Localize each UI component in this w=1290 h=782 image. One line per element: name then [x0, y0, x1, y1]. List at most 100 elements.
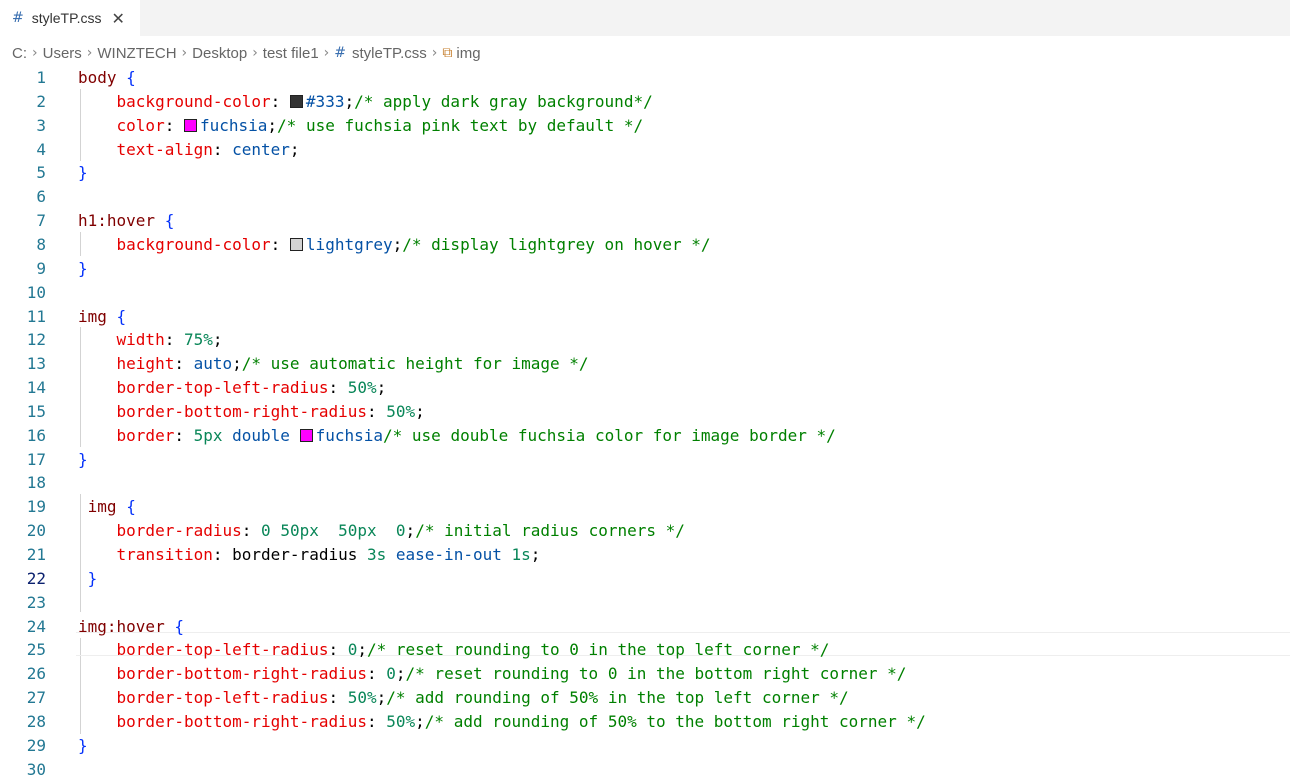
chevron-right-icon: › — [323, 45, 330, 61]
code-line[interactable]: 13 height: auto;/* use automatic height … — [0, 352, 1290, 376]
code-editor[interactable]: 1 body {2 background-color: #333;/* apply… — [0, 66, 1290, 779]
code-line[interactable]: 20 border-radius: 0 50px 50px 0;/* initi… — [0, 519, 1290, 543]
code-token: ; — [232, 354, 242, 374]
code-token: : — [174, 354, 194, 374]
breadcrumb-item-desktop[interactable]: Desktop — [192, 45, 247, 62]
tab-styletp-css[interactable]: # styleTP.css ✕ — [0, 0, 140, 36]
code-line[interactable]: 1 body { — [0, 66, 1290, 90]
code-token: } — [78, 449, 88, 469]
line-number: 7 — [36, 211, 46, 231]
close-icon[interactable]: ✕ — [112, 9, 125, 28]
code-token: 5px — [193, 425, 223, 445]
code-line[interactable]: 24 img:hover { — [0, 615, 1290, 639]
line-number: 20 — [26, 521, 46, 541]
code-token: 50px — [338, 521, 377, 541]
code-token: border-top-left-radius — [116, 640, 329, 660]
color-swatch-icon[interactable] — [183, 118, 197, 132]
code-line[interactable]: 25 border-top-left-radius: 0;/* reset ro… — [0, 638, 1290, 662]
line-number: 4 — [36, 139, 46, 159]
code-line[interactable]: 15 border-bottom-right-radius: 50%; — [0, 400, 1290, 424]
chevron-right-icon: › — [32, 45, 38, 61]
code-token: /* use double fuchsia color for image bo… — [383, 425, 836, 445]
line-code: } — [78, 161, 88, 185]
code-token: border-radius — [116, 521, 242, 541]
line-code: transition: border-radius 3s ease-in-out… — [78, 543, 541, 567]
code-token: 75% — [183, 330, 213, 350]
code-line[interactable]: 16 border: 5px double fuchsia/* use doub… — [0, 424, 1290, 448]
code-line[interactable]: 30 — [0, 758, 1290, 782]
code-line[interactable]: 11 img { — [0, 305, 1290, 329]
symbol-class-icon: ⧉ — [442, 45, 453, 61]
code-token: border-bottom-right-radius — [116, 401, 367, 421]
code-token: { — [126, 497, 136, 517]
tab-label: styleTP.css — [31, 10, 102, 26]
breadcrumb-item-test-file1[interactable]: test file1 — [263, 45, 319, 62]
code-token: width — [116, 330, 165, 350]
code-line[interactable]: 22 } — [0, 567, 1290, 591]
line-number: 29 — [26, 735, 46, 755]
code-token: } — [78, 735, 88, 755]
line-code: h1:hover { — [78, 209, 174, 233]
code-line[interactable]: 9} — [0, 257, 1290, 281]
code-token: fuchsia — [315, 425, 384, 445]
code-line[interactable]: 8 background-color: lightgrey;/* display… — [0, 233, 1290, 257]
code-line[interactable]: 10 — [0, 281, 1290, 305]
code-token: 50px — [280, 521, 319, 541]
breadcrumb-item-file[interactable]: styleTP.css — [352, 45, 427, 62]
code-token: ; — [415, 711, 425, 731]
line-number: 19 — [26, 497, 46, 517]
line-code: } — [78, 734, 88, 758]
code-line[interactable]: 2 background-color: #333;/* apply dark g… — [0, 90, 1290, 114]
code-line[interactable]: 3 color: fuchsia;/* use fuchsia pink tex… — [0, 114, 1290, 138]
code-line[interactable]: 29} — [0, 734, 1290, 758]
code-line[interactable]: 19 img { — [0, 495, 1290, 519]
line-code: border: 5px double fuchsia/* use double … — [78, 424, 836, 448]
line-number: 21 — [26, 545, 46, 564]
code-line[interactable]: 7 h1:hover { — [0, 209, 1290, 233]
code-line[interactable]: 18 — [0, 471, 1290, 495]
code-token: : — [366, 664, 387, 684]
line-code: width: 75%; — [78, 328, 223, 352]
line-number: 14 — [26, 378, 46, 398]
code-line[interactable]: 26 border-bottom-right-radius: 0;/* rese… — [0, 662, 1290, 686]
line-number: 12 — [26, 330, 46, 350]
line-code: } — [78, 567, 98, 591]
breadcrumb-item-users[interactable]: Users — [43, 45, 82, 62]
code-token: : — [328, 688, 348, 708]
breadcrumb-item-drive[interactable]: C: — [12, 45, 27, 62]
line-code: } — [78, 448, 88, 472]
code-line[interactable]: 5} — [0, 161, 1290, 185]
code-line[interactable]: 12 width: 75%; — [0, 328, 1290, 352]
code-line[interactable]: 4 text-align: center; — [0, 138, 1290, 162]
code-token: ; — [212, 330, 223, 350]
code-token: : — [366, 401, 387, 421]
color-swatch-icon[interactable] — [289, 94, 303, 108]
line-number: 22 — [26, 568, 46, 588]
code-line[interactable]: 21 transition: border-radius 3s ease-in-… — [0, 543, 1290, 567]
code-line[interactable]: 23 — [0, 591, 1290, 615]
code-line[interactable]: 28 border-bottom-right-radius: 50%;/* ad… — [0, 710, 1290, 734]
code-line[interactable]: 17} — [0, 448, 1290, 472]
code-token: : — [241, 521, 262, 541]
line-number: 23 — [26, 592, 46, 612]
color-swatch-icon[interactable] — [299, 428, 313, 442]
code-token: : — [328, 378, 348, 398]
code-line[interactable]: 14 border-top-left-radius: 50%; — [0, 376, 1290, 400]
breadcrumb-item-symbol[interactable]: img — [456, 45, 480, 62]
code-line[interactable]: 6 — [0, 185, 1290, 209]
breadcrumb-item-winztech[interactable]: WINZTECH — [97, 45, 176, 62]
code-token: } — [78, 258, 88, 278]
code-token: double — [232, 425, 290, 445]
code-line[interactable]: 27 border-top-left-radius: 50%;/* add ro… — [0, 686, 1290, 710]
color-swatch-icon[interactable] — [289, 237, 303, 251]
line-code: height: auto;/* use automatic height for… — [78, 352, 589, 376]
line-code: text-align: center; — [78, 138, 300, 162]
code-token: border — [116, 425, 175, 445]
line-number: 6 — [36, 187, 46, 207]
